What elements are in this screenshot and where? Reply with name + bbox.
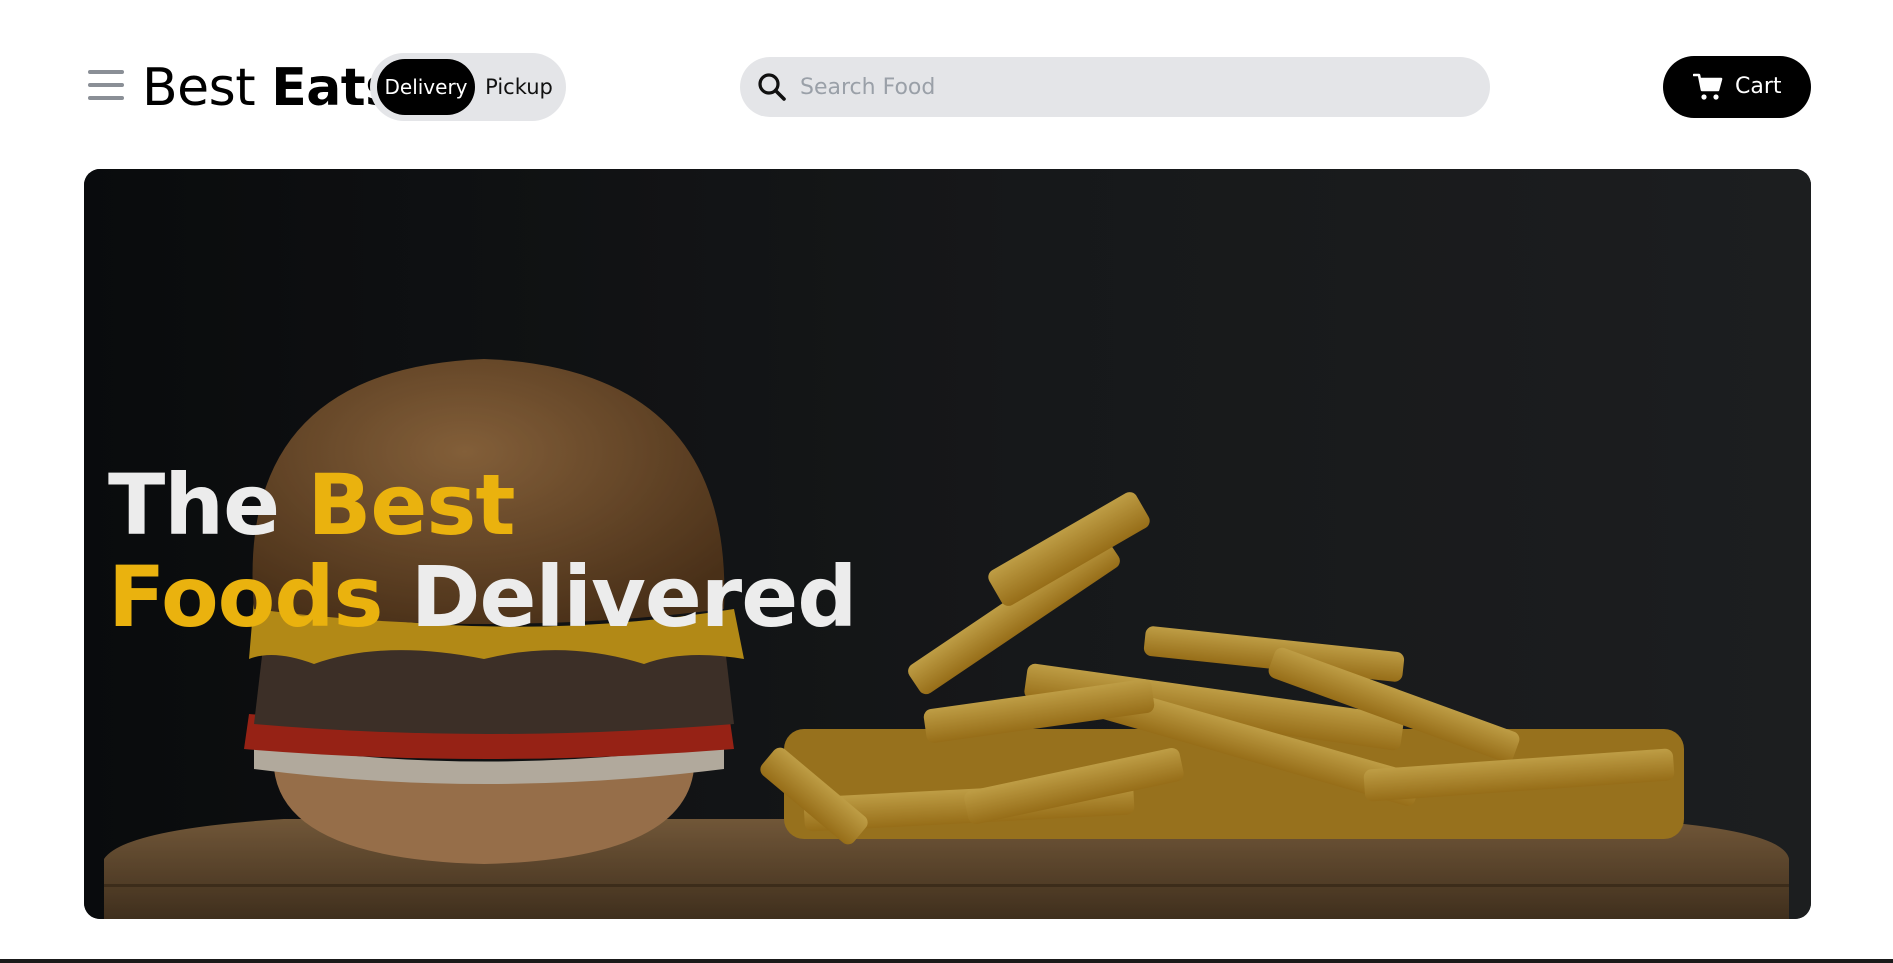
menu-bar bbox=[88, 70, 124, 74]
hero-headline: The Best Foods Delivered bbox=[108, 459, 858, 646]
menu-bar bbox=[88, 96, 124, 100]
delivery-option[interactable]: Delivery bbox=[377, 59, 475, 115]
hero-word-foods: Foods bbox=[108, 548, 384, 646]
hero-banner: The Best Foods Delivered bbox=[84, 169, 1811, 919]
site-header: Best Eats Delivery Pickup Cart bbox=[0, 0, 1893, 170]
search-input[interactable] bbox=[800, 65, 1460, 109]
page-divider bbox=[0, 959, 1893, 963]
cart-icon bbox=[1693, 73, 1723, 100]
brand-logo[interactable]: Best Eats bbox=[142, 56, 396, 120]
pickup-option[interactable]: Pickup bbox=[477, 59, 561, 115]
delivery-pickup-toggle: Delivery Pickup bbox=[370, 53, 566, 121]
cart-button[interactable]: Cart bbox=[1663, 56, 1811, 118]
search-icon[interactable] bbox=[756, 71, 788, 103]
brand-name-light: Best bbox=[142, 58, 256, 118]
cart-label: Cart bbox=[1735, 74, 1782, 99]
hamburger-menu-icon[interactable] bbox=[88, 68, 124, 104]
hero-headline-line-1: The Best bbox=[108, 459, 856, 551]
hero-word-delivered: Delivered bbox=[410, 548, 858, 646]
menu-bar bbox=[88, 83, 124, 87]
hero-headline-line-2: Foods Delivered bbox=[108, 548, 858, 646]
search-bar bbox=[740, 57, 1490, 117]
hero-word-the: The bbox=[108, 456, 280, 554]
hero-word-best: Best bbox=[307, 456, 515, 554]
